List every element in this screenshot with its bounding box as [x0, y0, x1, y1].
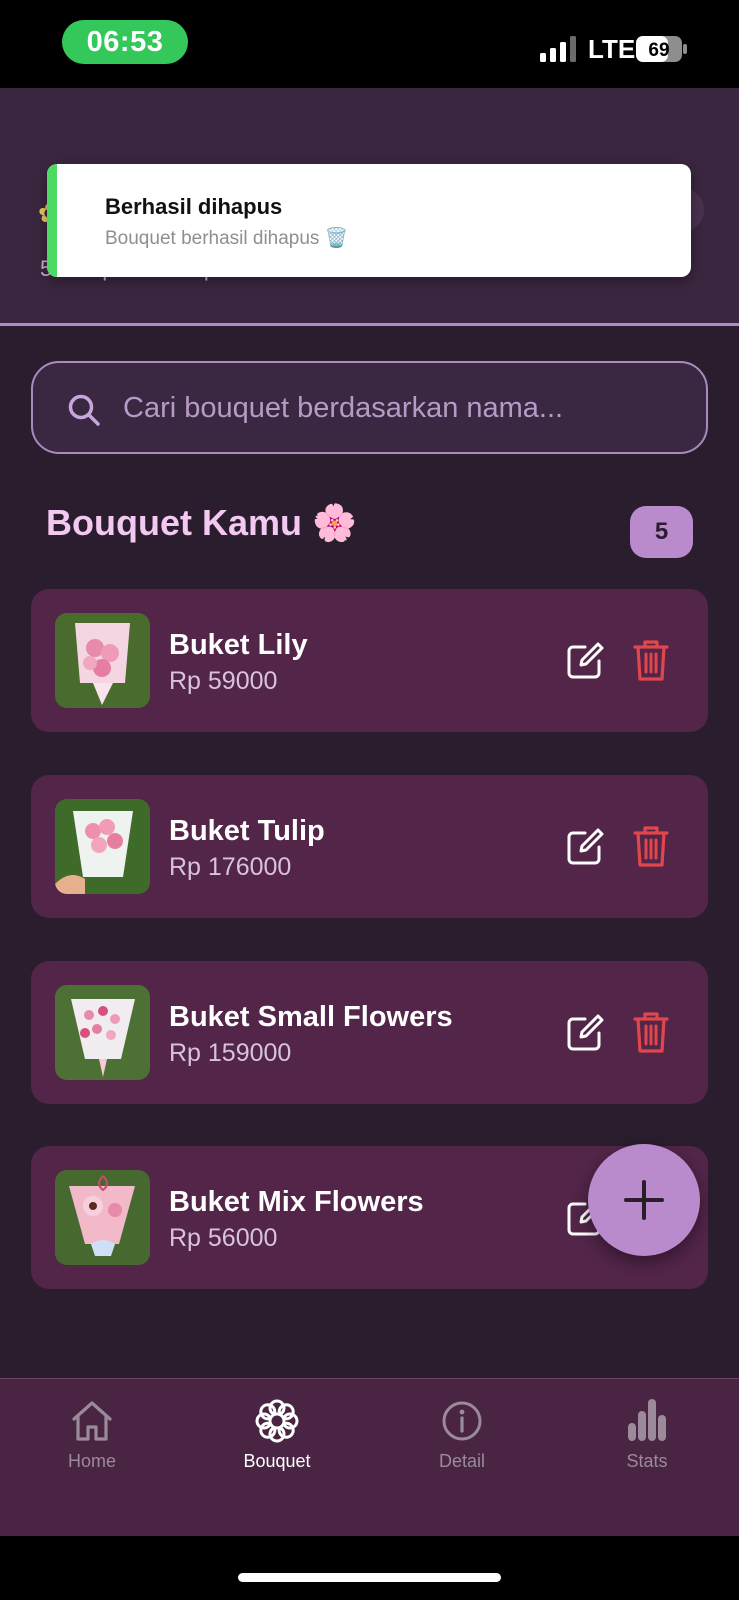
bouquet-name: Buket Lily — [169, 629, 308, 661]
nav-item-home[interactable]: Home — [32, 1397, 152, 1487]
edit-icon[interactable] — [565, 1013, 605, 1053]
signal-icon — [540, 36, 576, 62]
trash-icon[interactable] — [633, 1010, 669, 1054]
battery-level: 69 — [648, 40, 669, 61]
nav-item-detail[interactable]: Detail — [402, 1397, 522, 1487]
nav-label-detail: Detail — [438, 1451, 486, 1471]
toast-accent-bar — [47, 164, 57, 277]
nav-item-stats[interactable]: Stats — [587, 1397, 707, 1487]
bouquet-thumbnail — [55, 613, 150, 708]
bouquet-price: Rp 56000 — [169, 1224, 278, 1252]
add-bouquet-button[interactable] — [588, 1144, 700, 1256]
status-time: 06:53 — [62, 20, 188, 64]
page-header: ✿ 5 bouquet tersimpan Berhasil dihapus B… — [0, 88, 739, 326]
trash-icon[interactable] — [633, 824, 669, 868]
search-bar[interactable] — [31, 361, 708, 454]
bouquet-name: Buket Small Flowers — [169, 1001, 453, 1033]
app-screen: ✿ 5 bouquet tersimpan Berhasil dihapus B… — [0, 88, 739, 1536]
info-icon — [442, 1401, 482, 1441]
plus-icon — [624, 1180, 664, 1220]
nav-label-stats: Stats — [626, 1451, 668, 1471]
edit-icon[interactable] — [565, 827, 605, 867]
bouquet-card[interactable]: Buket Tulip Rp 176000 — [31, 775, 708, 918]
section-title: Bouquet Kamu 🌸 — [46, 502, 357, 543]
trash-icon[interactable] — [633, 638, 669, 682]
nav-label-bouquet: Bouquet — [243, 1451, 311, 1471]
home-icon — [72, 1401, 112, 1441]
bouquet-name: Buket Tulip — [169, 815, 325, 847]
edit-icon[interactable] — [565, 641, 605, 681]
bouquet-price: Rp 176000 — [169, 853, 292, 881]
count-badge: 5 — [630, 506, 693, 558]
bouquet-card[interactable]: Buket Small Flowers Rp 159000 — [31, 961, 708, 1104]
home-indicator-area — [0, 1536, 739, 1600]
network-type: LTE — [588, 34, 636, 64]
bar-chart-icon — [628, 1399, 666, 1441]
search-icon — [68, 394, 100, 426]
bottom-navigation: Home Bouquet Detail Stats — [0, 1378, 739, 1536]
toast-title: Berhasil dihapus — [105, 194, 283, 219]
toast-notification[interactable]: Berhasil dihapus Bouquet berhasil dihapu… — [47, 164, 691, 277]
bouquet-thumbnail — [55, 1170, 150, 1265]
bouquet-price: Rp 159000 — [169, 1039, 292, 1067]
home-indicator[interactable] — [238, 1573, 501, 1582]
bouquet-price: Rp 59000 — [169, 667, 278, 695]
toast-message: Bouquet berhasil dihapus 🗑️ — [105, 228, 349, 249]
flower-icon — [255, 1399, 299, 1443]
bouquet-name: Buket Mix Flowers — [169, 1186, 424, 1218]
nav-item-bouquet[interactable]: Bouquet — [217, 1397, 337, 1487]
nav-label-home: Home — [67, 1451, 116, 1471]
bouquet-thumbnail — [55, 985, 150, 1080]
search-input[interactable] — [123, 377, 683, 439]
status-bar: 06:53 LTE 69 — [0, 0, 739, 88]
bouquet-card[interactable]: Buket Lily Rp 59000 — [31, 589, 708, 732]
battery-icon: 69 — [636, 36, 687, 62]
bouquet-thumbnail — [55, 799, 150, 894]
